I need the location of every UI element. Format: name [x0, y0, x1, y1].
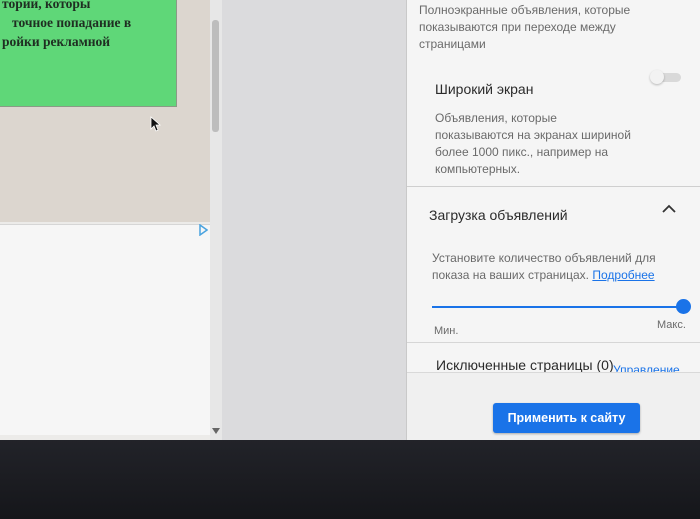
section-divider — [407, 342, 700, 343]
ad-text-line: ройки рекламной — [2, 34, 111, 49]
ad-text-line: точное попадание в — [12, 15, 132, 30]
green-ad-block[interactable]: тории, которы точное попадание в ройки р… — [0, 0, 177, 107]
wide-screen-description: Объявления, которые показываются на экра… — [435, 111, 631, 176]
preview-top-area: тории, которы точное попадание в ройки р… — [0, 0, 210, 222]
wide-screen-toggle[interactable] — [650, 70, 681, 84]
cursor-icon — [150, 116, 162, 132]
adchoices-icon[interactable] — [198, 224, 208, 236]
background-gap — [222, 0, 406, 440]
screen: тории, которы точное попадание в ройки р… — [0, 0, 700, 440]
settings-panel: Полноэкранные объявления, которые показы… — [406, 0, 700, 440]
slider-thumb[interactable] — [676, 299, 691, 314]
slider-max-label: Макс. — [657, 319, 686, 331]
preview-scrollbar[interactable] — [210, 0, 222, 440]
slider-min-label: Мин. — [434, 325, 459, 337]
slider-track[interactable] — [432, 306, 684, 308]
preview-ad-slot[interactable] — [0, 224, 210, 435]
monitor-bezel — [0, 440, 700, 519]
toggle-knob — [650, 70, 664, 84]
scrollbar-thumb[interactable] — [212, 20, 219, 132]
chevron-up-icon[interactable] — [661, 203, 677, 213]
learn-more-link[interactable]: Подробнее — [592, 268, 654, 282]
ad-text-line: тории, которы — [2, 0, 91, 11]
ad-load-slider[interactable] — [432, 296, 691, 316]
site-preview: тории, которы точное попадание в ройки р… — [0, 0, 222, 440]
apply-to-site-button[interactable]: Применить к сайту — [493, 403, 640, 433]
ad-load-title[interactable]: Загрузка объявлений — [429, 207, 568, 223]
ad-load-description: Установите количество объявлений для пок… — [432, 250, 692, 284]
section-divider — [407, 186, 700, 187]
wide-screen-title: Широкий экран — [435, 81, 534, 97]
scroll-down-arrow-icon[interactable] — [212, 428, 220, 434]
fullscreen-ads-description: Полноэкранные объявления, которые показы… — [419, 3, 631, 51]
green-ad-text: тории, которы точное попадание в ройки р… — [2, 0, 174, 51]
